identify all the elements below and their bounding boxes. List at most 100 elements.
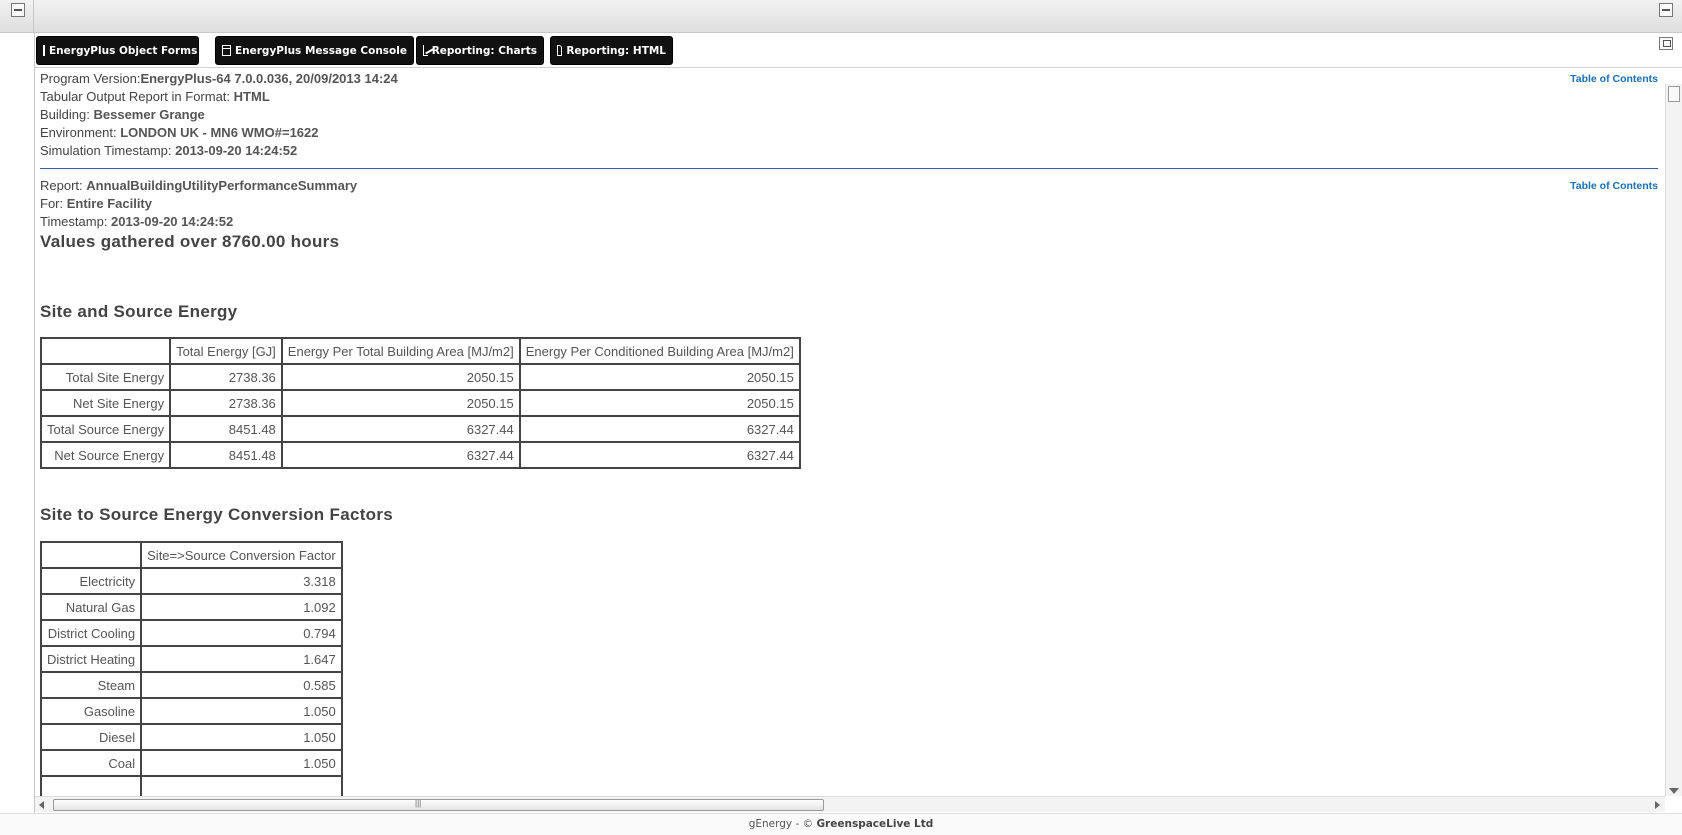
site-source-energy-table: Total Energy [GJ] Energy Per Total Build… [39, 337, 801, 469]
report-toolbar: EnergyPlus Object Forms EnergyPlus Messa… [35, 33, 1682, 68]
row-header-cell: Total Source Energy [39, 415, 172, 443]
scroll-down-arrow-icon[interactable] [1669, 788, 1679, 794]
format-line: Tabular Output Report in Format: HTML [40, 88, 1658, 106]
values-gathered-heading: Values gathered over 8760.00 hours [40, 232, 340, 251]
section-divider [40, 168, 1658, 169]
table-cell: 1.092 [140, 593, 343, 621]
row-header-cell: Steam [39, 671, 143, 699]
table-cell: 2738.36 [169, 363, 283, 391]
table-row: Steam 0.585 [39, 671, 343, 699]
format-label: Tabular Output Report in Format: [40, 89, 234, 104]
html-report: Table of Contents Program Version:Energy… [39, 69, 1658, 796]
left-side-panel [0, 33, 35, 813]
report-label: Report: [40, 178, 87, 193]
table-cell: 0.794 [140, 619, 343, 647]
for-line: For: Entire Facility [40, 195, 1658, 213]
table-cell: 0.585 [140, 671, 343, 699]
table-cell: 8451.48 [169, 441, 283, 469]
row-header-cell: Gasoline [39, 697, 143, 725]
footer-company: GreenspaceLive Ltd [816, 818, 934, 830]
table-row: Total Site Energy 2738.36 2050.15 2050.1… [39, 363, 801, 391]
table-of-contents-link[interactable]: Table of Contents [1570, 180, 1658, 192]
table-row: District Cooling 0.794 [39, 619, 343, 647]
collapse-left-panel-icon[interactable] [11, 3, 25, 17]
restore-window-icon[interactable] [1659, 37, 1673, 50]
horizontal-scroll-thumb[interactable] [53, 799, 824, 811]
table-cell: 2738.36 [169, 389, 283, 417]
for-label: For: [40, 196, 67, 211]
row-header-cell: District Heating [39, 645, 143, 673]
vertical-scrollbar[interactable] [1665, 84, 1682, 796]
table-row: Gasoline 1.050 [39, 697, 343, 725]
table-header-cell [39, 337, 172, 365]
collapse-top-panel-icon[interactable] [1659, 3, 1673, 17]
table-row: Total Source Energy 8451.48 6327.44 6327… [39, 415, 801, 443]
horizontal-scrollbar[interactable]: ||| [35, 796, 1665, 812]
program-version-value: EnergyPlus-64 7.0.0.036, 20/09/2013 14:2… [140, 71, 398, 86]
table-row: District Heating 1.647 [39, 645, 343, 673]
energyplus-message-console-button[interactable]: EnergyPlus Message Console [215, 36, 414, 65]
table-row: Electricity 3.318 [39, 567, 343, 595]
table-cell: 1.050 [140, 697, 343, 725]
table-header-cell: Energy Per Total Building Area [MJ/m2] [280, 337, 521, 365]
table-cell: 2050.15 [518, 363, 801, 391]
table-cell: 1.647 [140, 645, 343, 673]
table-cell: 8451.48 [169, 415, 283, 443]
vertical-scroll-thumb[interactable] [1668, 86, 1680, 102]
program-version-label: Program Version: [40, 71, 141, 86]
table-of-contents-link[interactable]: Table of Contents [1570, 73, 1658, 85]
table-cell: 2050.15 [280, 363, 521, 391]
report-name-line: Report: AnnualBuildingUtilityPerformance… [40, 177, 1658, 195]
table-row: Net Source Energy 8451.48 6327.44 6327.4… [39, 441, 801, 469]
format-value: HTML [233, 89, 270, 104]
table-cell: 1.050 [140, 723, 343, 751]
row-header-cell: Net Site Energy [39, 389, 172, 417]
simulation-timestamp-label: Simulation Timestamp: [40, 143, 176, 158]
table-header-cell: Total Energy [GJ] [169, 337, 283, 365]
timestamp-value: 2013-09-20 14:24:52 [111, 214, 234, 229]
row-header-cell: District Cooling [39, 619, 143, 647]
row-header-cell: Diesel [39, 723, 143, 751]
app-footer: gEnergy - © GreenspaceLive Ltd [0, 813, 1682, 835]
table-header-row: Total Energy [GJ] Energy Per Total Build… [39, 337, 801, 365]
table-cell [140, 775, 343, 796]
building-label: Building: [40, 107, 94, 122]
reporting-charts-button[interactable]: Reporting: Charts [416, 36, 544, 65]
report-viewport: Table of Contents Program Version:Energy… [35, 69, 1665, 796]
table-row: Coal 1.050 [39, 749, 343, 777]
scroll-right-arrow-icon[interactable] [1655, 801, 1660, 809]
for-value: Entire Facility [66, 196, 152, 211]
scroll-left-arrow-icon[interactable] [39, 801, 44, 809]
table-header-cell [39, 541, 143, 569]
reporting-html-button[interactable]: Reporting: HTML [550, 36, 673, 65]
form-icon [43, 45, 45, 56]
environment-line: Environment: LONDON UK - MN6 WMO#=1622 [40, 124, 1658, 142]
environment-value: LONDON UK - MN6 WMO#=1622 [120, 125, 319, 140]
table-row: Diesel 1.050 [39, 723, 343, 751]
row-header-cell: Electricity [39, 567, 143, 595]
energyplus-object-forms-button[interactable]: EnergyPlus Object Forms [36, 36, 199, 65]
scroll-grip-icon: ||| [415, 799, 422, 808]
table-cell: 6327.44 [280, 415, 521, 443]
conversion-factors-table: Site=>Source Conversion Factor Electrici… [39, 541, 343, 796]
row-header-cell: Total Site Energy [39, 363, 172, 391]
button-label: Reporting: HTML [566, 44, 666, 57]
table-header-row: Site=>Source Conversion Factor [39, 541, 343, 569]
program-version-line: Program Version:EnergyPlus-64 7.0.0.036,… [40, 70, 1658, 88]
table-row [39, 775, 343, 796]
table-cell: 6327.44 [518, 415, 801, 443]
button-label: Reporting: Charts [431, 44, 537, 57]
table-row: Natural Gas 1.092 [39, 593, 343, 621]
site-source-energy-heading: Site and Source Energy [40, 302, 238, 321]
timestamp-label: Timestamp: [40, 214, 112, 229]
table-cell: 1.050 [140, 749, 343, 777]
window-title-bar [0, 0, 1682, 33]
footer-prefix: gEnergy - © [748, 818, 817, 830]
html-document-icon [557, 45, 563, 56]
row-header-cell: Coal [39, 749, 143, 777]
button-label: EnergyPlus Message Console [234, 44, 407, 57]
row-header-cell: Net Source Energy [39, 441, 172, 469]
table-cell: 2050.15 [518, 389, 801, 417]
timestamp-line: Timestamp: 2013-09-20 14:24:52 [40, 213, 1658, 231]
table-header-cell: Site=>Source Conversion Factor [140, 541, 343, 569]
